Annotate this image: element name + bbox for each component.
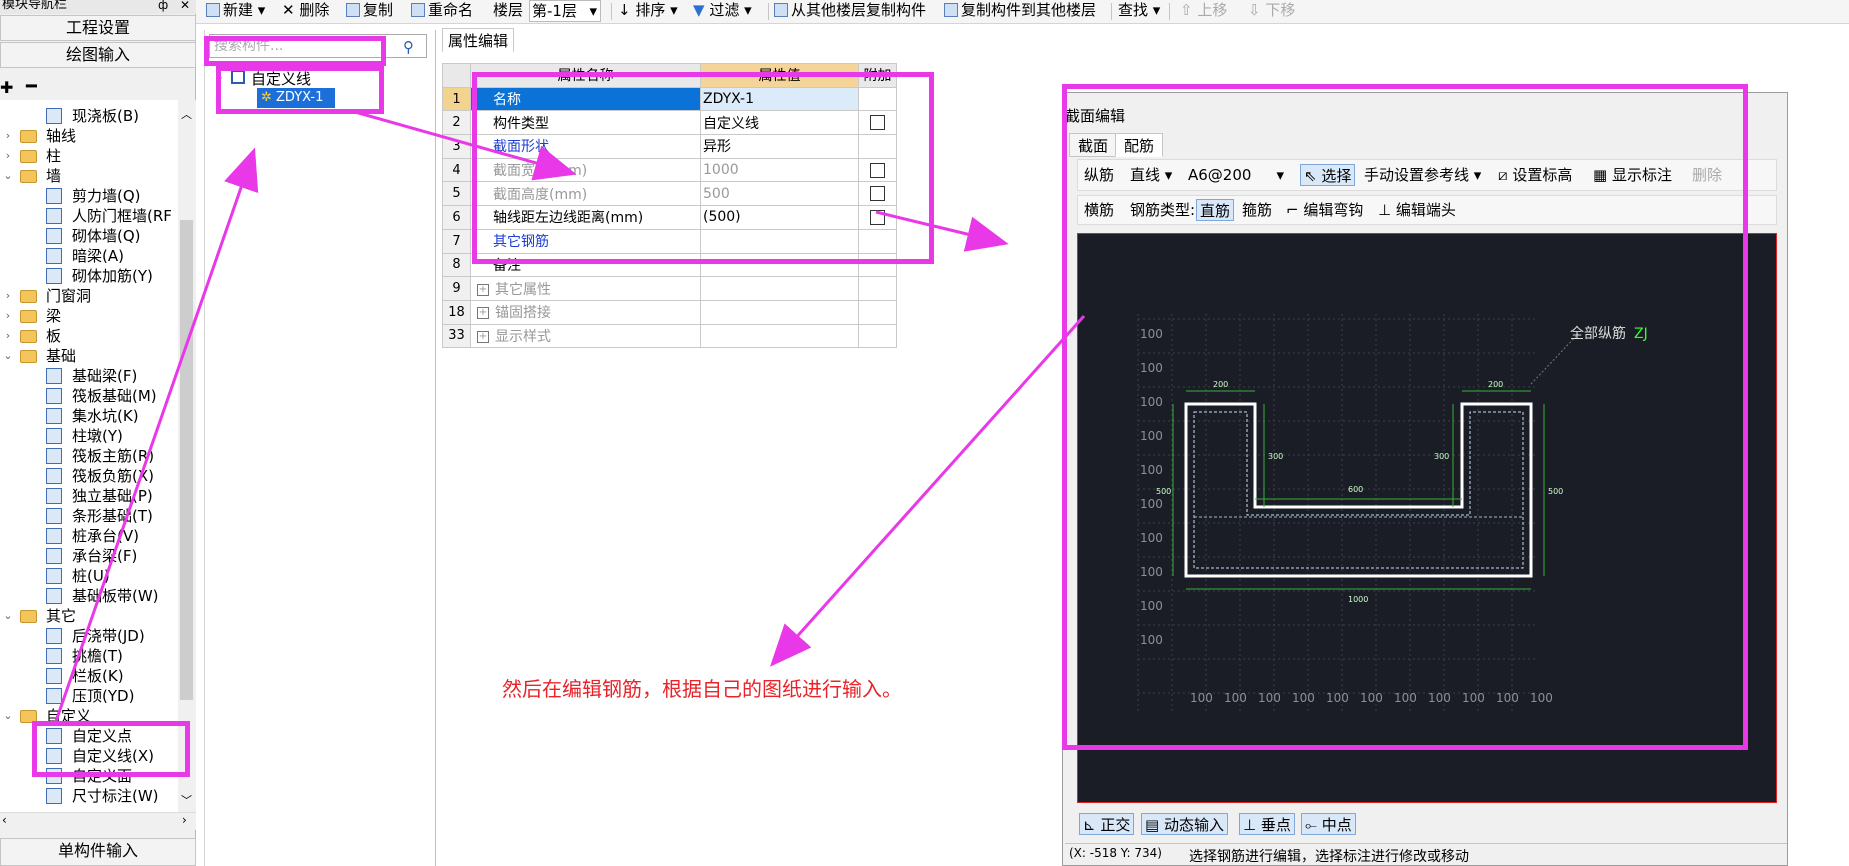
annotation-arrows — [53, 110, 1086, 725]
